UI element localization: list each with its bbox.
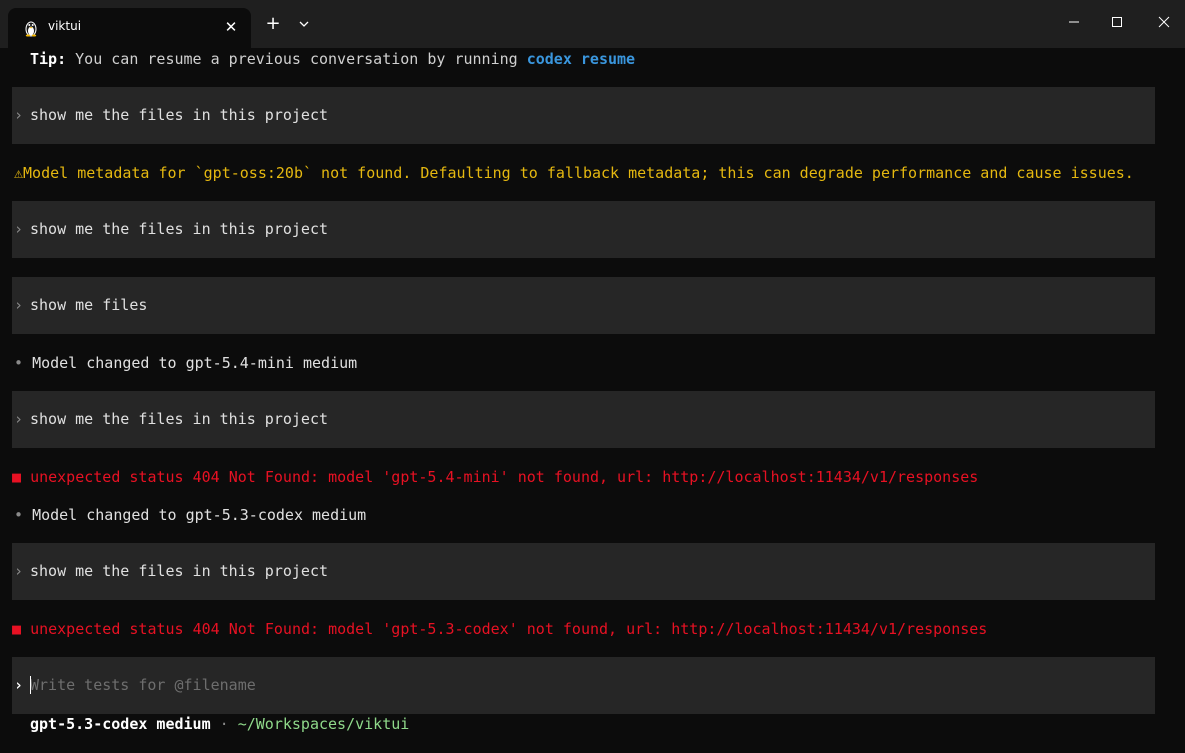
info-text: Model changed to gpt-5.4-mini medium <box>32 354 358 372</box>
user-message: › show me the files in this project <box>12 87 1155 144</box>
user-message: › show me the files in this project <box>12 201 1155 258</box>
error-text: unexpected status 404 Not Found: model '… <box>30 468 979 486</box>
prompt-marker: › <box>14 220 24 238</box>
close-tab-icon[interactable]: ✕ <box>221 17 241 37</box>
error-marker: ■ <box>12 620 22 638</box>
status-bar: gpt-5.3-codex medium · ~/Workspaces/vikt… <box>30 714 1173 734</box>
bullet-marker: • <box>14 506 24 524</box>
composer-placeholder: Write tests for @filename <box>30 676 256 694</box>
status-path: ~/Workspaces/viktui <box>237 715 410 733</box>
tip-command-resume: resume <box>580 50 636 68</box>
tip-label: Tip: <box>30 50 67 68</box>
composer-input[interactable]: › Write tests for @filename <box>12 657 1155 714</box>
user-message-text: show me the files in this project <box>30 106 329 124</box>
linux-penguin-icon <box>25 21 37 37</box>
error-marker: ■ <box>12 468 22 486</box>
tab-title: viktui <box>48 19 82 33</box>
warning-text: Model metadata for `gpt-oss:20b` not fou… <box>23 164 1134 182</box>
info-line: • Model changed to gpt-5.4-mini medium <box>14 353 1157 373</box>
error-line: ■ unexpected status 404 Not Found: model… <box>12 467 1155 487</box>
chevron-down-icon[interactable] <box>294 14 314 34</box>
user-message: › show me the files in this project <box>12 391 1155 448</box>
error-line: ■ unexpected status 404 Not Found: model… <box>12 619 1155 639</box>
maximize-icon[interactable] <box>1103 10 1131 34</box>
warning-line: ⚠Model metadata for `gpt-oss:20b` not fo… <box>14 163 1157 183</box>
title-bar: viktui ✕ + <box>0 0 1185 48</box>
tab-viktui[interactable]: viktui ✕ <box>8 8 251 48</box>
user-message-text: show me the files in this project <box>30 562 329 580</box>
prompt-marker: › <box>14 562 24 580</box>
info-line: • Model changed to gpt-5.3-codex medium <box>14 505 1157 525</box>
tip-line: Tip: You can resume a previous conversat… <box>30 49 1173 69</box>
prompt-marker: › <box>14 106 24 124</box>
error-text: unexpected status 404 Not Found: model '… <box>30 620 988 638</box>
bullet-marker: • <box>14 354 24 372</box>
user-message: › show me the files in this project <box>12 543 1155 600</box>
prompt-marker: › <box>14 410 24 428</box>
tip-command-codex: codex <box>526 50 572 68</box>
prompt-marker: › <box>14 296 24 314</box>
user-message-text: show me the files in this project <box>30 220 329 238</box>
minimize-icon[interactable] <box>1060 10 1088 34</box>
user-message-text: show me the files in this project <box>30 410 329 428</box>
new-tab-button[interactable]: + <box>262 14 284 36</box>
warning-icon: ⚠ <box>14 164 24 182</box>
close-window-icon[interactable] <box>1150 10 1178 34</box>
status-separator: · <box>219 715 229 733</box>
text-cursor <box>30 676 31 694</box>
tip-text: You can resume a previous conversation b… <box>66 50 527 68</box>
info-text: Model changed to gpt-5.3-codex medium <box>32 506 367 524</box>
status-model: gpt-5.3-codex medium <box>30 715 211 733</box>
prompt-marker: › <box>14 676 24 694</box>
user-message: › show me files <box>12 277 1155 334</box>
user-message-text: show me files <box>30 296 148 314</box>
